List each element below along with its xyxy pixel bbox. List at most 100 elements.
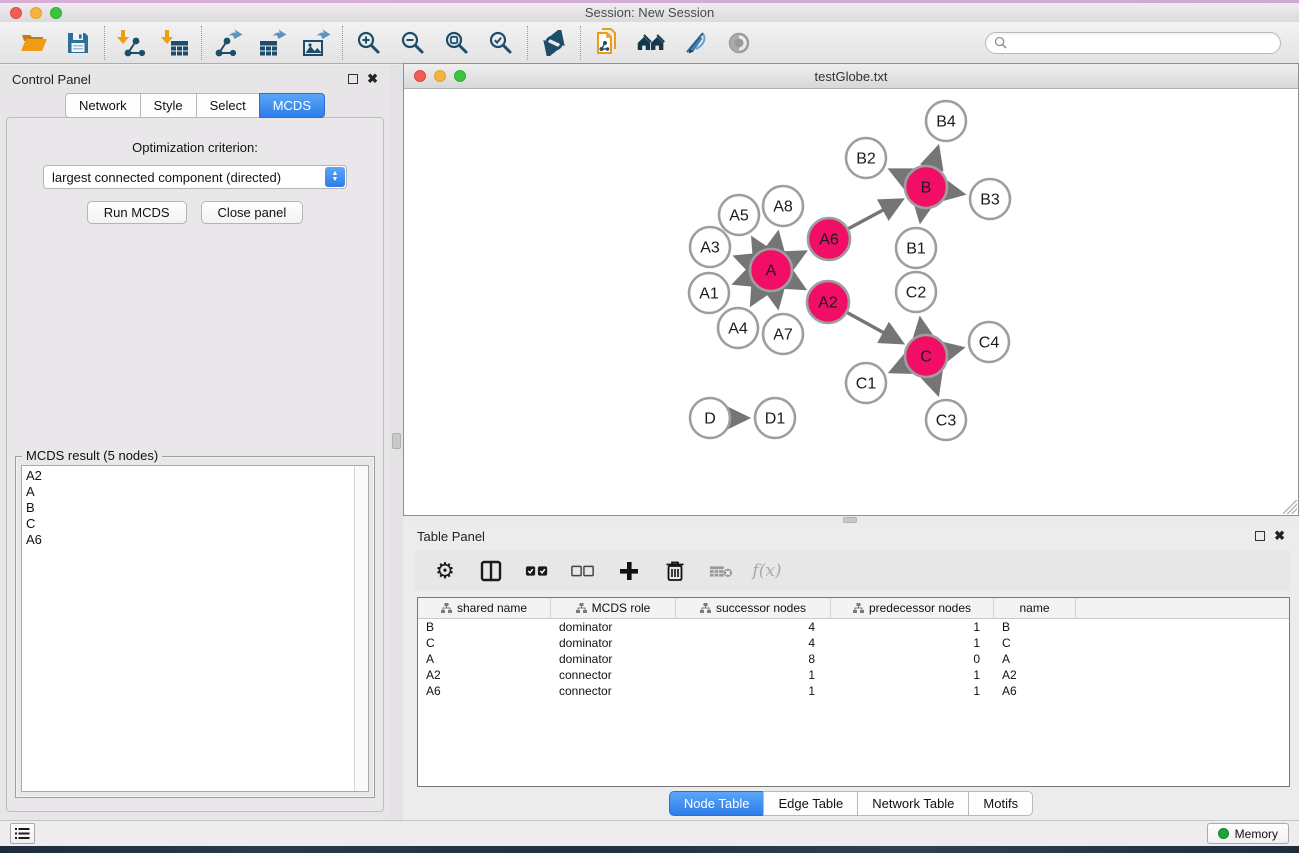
- split-divider-handle[interactable]: [392, 433, 401, 449]
- graph-node-label-C1: C1: [856, 376, 877, 393]
- network-graph[interactable]: B4B2BB3A8A5A6A3B1AA1C2A2A4A7C4CC1C3DD1: [404, 89, 1298, 515]
- export-table-icon[interactable]: [257, 28, 287, 58]
- run-mcds-button[interactable]: Run MCDS: [87, 201, 187, 224]
- close-panel-button[interactable]: Close panel: [201, 201, 304, 224]
- table-row[interactable]: A6 connector 1 1 A6: [418, 683, 1289, 699]
- graph-node-label-A5: A5: [729, 208, 749, 225]
- function-builder-icon[interactable]: f(x): [755, 559, 779, 583]
- desktop-wallpaper-bottom: [0, 846, 1299, 853]
- refresh-layout-icon[interactable]: [539, 28, 569, 58]
- search-input[interactable]: [1011, 36, 1272, 50]
- result-item[interactable]: A: [26, 484, 354, 500]
- column-header-mcds-role[interactable]: MCDS role: [551, 598, 676, 618]
- zoom-selected-icon[interactable]: [486, 28, 516, 58]
- tab-edge-table[interactable]: Edge Table: [763, 791, 857, 816]
- network-window-titlebar[interactable]: testGlobe.txt: [404, 64, 1298, 89]
- result-scrollbar[interactable]: [354, 466, 368, 791]
- float-panel-icon[interactable]: [1255, 531, 1265, 541]
- graph-edge-A-A6[interactable]: [790, 252, 805, 260]
- table-options-gear-icon[interactable]: ⚙: [433, 559, 457, 583]
- export-network-icon[interactable]: [213, 28, 243, 58]
- open-session-icon[interactable]: [19, 28, 49, 58]
- graph-node-label-D1: D1: [765, 411, 786, 428]
- select-all-checkboxes-icon[interactable]: [525, 559, 549, 583]
- hide-annotations-icon[interactable]: [680, 28, 710, 58]
- graph-edge-A-A2[interactable]: [789, 280, 803, 288]
- show-graphics-details-icon[interactable]: [724, 28, 754, 58]
- table-row[interactable]: B dominator 4 1 B: [418, 619, 1289, 635]
- graph-edge-C-C3[interactable]: [932, 376, 937, 393]
- graph-edge-A-A8[interactable]: [775, 234, 778, 250]
- task-history-button[interactable]: [10, 823, 35, 844]
- graph-node-label-A2: A2: [818, 295, 838, 312]
- delete-column-trash-icon[interactable]: [663, 559, 687, 583]
- close-panel-icon[interactable]: ✖: [1274, 531, 1285, 541]
- memory-button[interactable]: Memory: [1207, 823, 1289, 844]
- close-panel-icon[interactable]: ✖: [367, 74, 378, 84]
- delete-table-icon[interactable]: [709, 559, 733, 583]
- result-item[interactable]: A6: [26, 532, 354, 548]
- tab-network-table[interactable]: Network Table: [857, 791, 968, 816]
- graph-edge-B-B4[interactable]: [932, 148, 938, 167]
- graph-node-label-C4: C4: [979, 335, 1000, 352]
- horizontal-split-divider[interactable]: [403, 516, 1299, 523]
- tab-select[interactable]: Select: [196, 93, 259, 118]
- graph-edge-A-A7[interactable]: [775, 291, 778, 307]
- tab-mcds[interactable]: MCDS: [259, 93, 325, 118]
- zoom-in-icon[interactable]: [354, 28, 384, 58]
- vertical-split-divider[interactable]: [390, 65, 403, 820]
- tab-motifs[interactable]: Motifs: [968, 791, 1033, 816]
- graph-edge-A-A1[interactable]: [735, 277, 751, 283]
- search-field[interactable]: [985, 32, 1281, 54]
- graph-edge-A-A5[interactable]: [753, 239, 760, 252]
- result-item[interactable]: A2: [26, 468, 354, 484]
- control-panel-tabs: Network Style Select MCDS: [0, 93, 390, 118]
- clone-network-icon[interactable]: [592, 28, 622, 58]
- workspace: Control Panel ✖ Network Style Select MCD…: [0, 65, 1299, 820]
- float-panel-icon[interactable]: [348, 74, 358, 84]
- import-network-icon[interactable]: [116, 28, 146, 58]
- graph-node-label-B1: B1: [906, 241, 926, 258]
- create-column-icon[interactable]: [617, 559, 641, 583]
- column-header-shared-name[interactable]: shared name: [418, 598, 551, 618]
- tab-style[interactable]: Style: [140, 93, 196, 118]
- table-panel-title: Table Panel: [417, 529, 485, 544]
- table-toolbar: ⚙: [415, 551, 1291, 591]
- import-table-icon[interactable]: [160, 28, 190, 58]
- graph-edge-B-B3[interactable]: [947, 191, 963, 194]
- column-header-predecessor-nodes[interactable]: predecessor nodes: [831, 598, 994, 618]
- graph-edge-A6-B[interactable]: [848, 200, 902, 229]
- save-session-icon[interactable]: [63, 28, 93, 58]
- table-row[interactable]: C dominator 4 1 C: [418, 635, 1289, 651]
- network-overview-icon[interactable]: [636, 28, 666, 58]
- table-row[interactable]: A dominator 8 0 A: [418, 651, 1289, 667]
- graph-edge-C-C1[interactable]: [892, 365, 907, 372]
- window-resize-grip[interactable]: [1283, 500, 1297, 514]
- deselect-all-checkboxes-icon[interactable]: [571, 559, 595, 583]
- graph-edge-A-A3[interactable]: [736, 257, 751, 263]
- tab-network[interactable]: Network: [65, 93, 140, 118]
- graph-edge-B-B1[interactable]: [921, 208, 923, 221]
- network-canvas[interactable]: B4B2BB3A8A5A6A3B1AA1C2A2A4A7C4CC1C3DD1: [404, 89, 1298, 515]
- node-table: shared name MCDS role successor nodes pr…: [417, 597, 1290, 787]
- graph-edge-B-B2[interactable]: [891, 170, 907, 178]
- graph-edge-C-C4[interactable]: [946, 348, 961, 351]
- app-titlebar: Session: New Session: [0, 3, 1299, 22]
- zoom-fit-icon[interactable]: [442, 28, 472, 58]
- network-window: testGlobe.txt B4B2BB3A8A5A6A3B1AA1C2A2A4…: [403, 63, 1299, 516]
- export-image-icon[interactable]: [301, 28, 331, 58]
- memory-label: Memory: [1235, 827, 1278, 841]
- graph-edge-A2-C[interactable]: [846, 312, 901, 342]
- criterion-select[interactable]: largest connected component (directed) ▲…: [43, 165, 347, 189]
- graph-edge-A-A4[interactable]: [752, 288, 761, 303]
- result-item[interactable]: C: [26, 516, 354, 532]
- table-row[interactable]: A2 connector 1 1 A2: [418, 667, 1289, 683]
- graph-edge-C-C2[interactable]: [920, 320, 922, 336]
- show-column-icon[interactable]: [479, 559, 503, 583]
- mcds-result-list: A2 A B C A6: [21, 465, 369, 792]
- column-header-successor-nodes[interactable]: successor nodes: [676, 598, 831, 618]
- result-item[interactable]: B: [26, 500, 354, 516]
- tab-node-table[interactable]: Node Table: [669, 791, 764, 816]
- column-header-name[interactable]: name: [994, 598, 1076, 618]
- zoom-out-icon[interactable]: [398, 28, 428, 58]
